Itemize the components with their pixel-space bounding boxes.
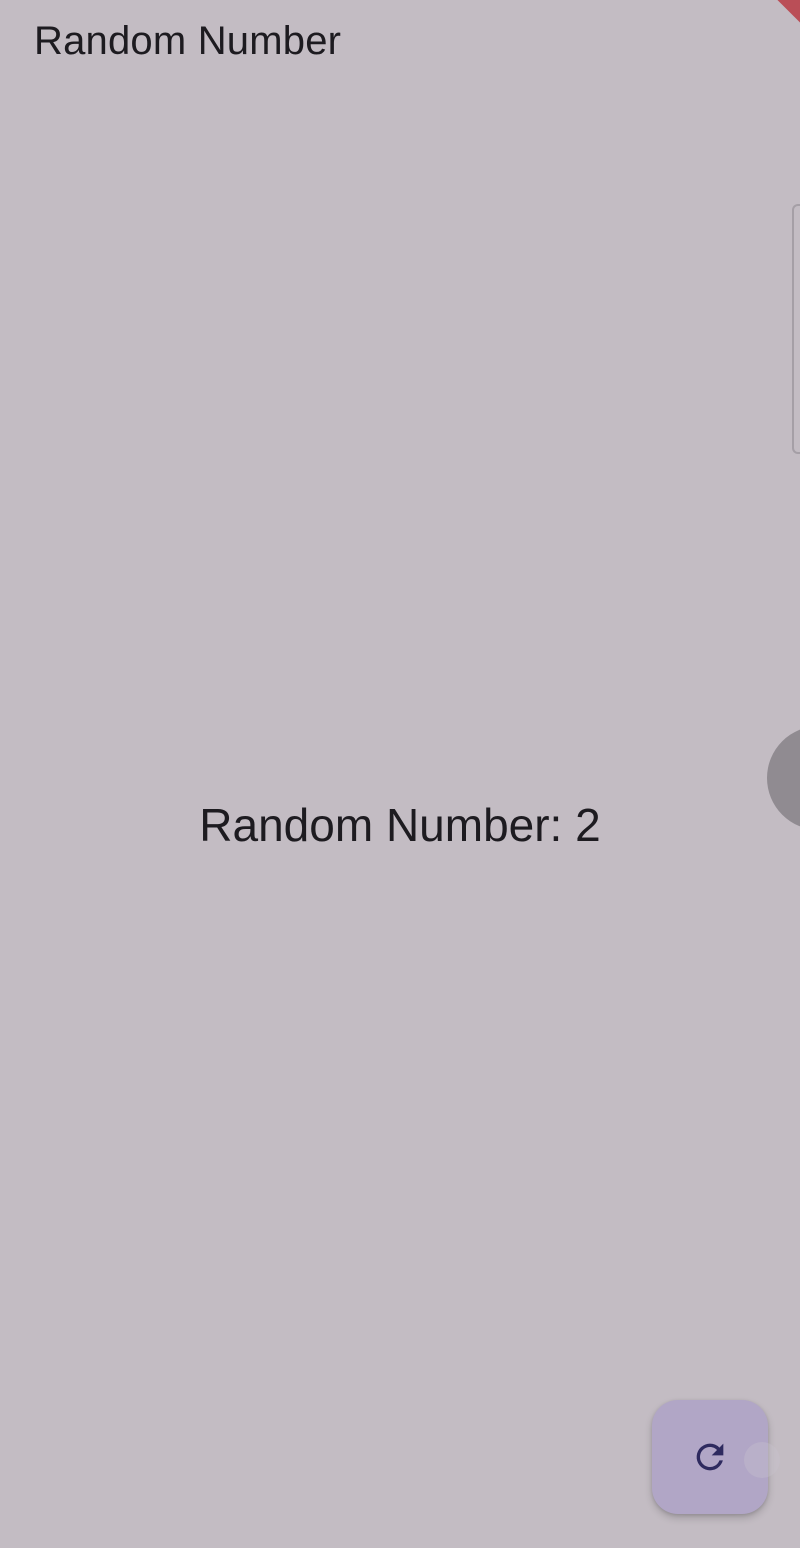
refresh-icon — [696, 1443, 724, 1471]
app-screen: Random Number Random Number: 2 — [0, 0, 800, 1548]
app-bar: Random Number — [0, 0, 800, 84]
random-number-text: Random Number: 2 — [199, 799, 601, 851]
touch-indicator — [744, 1442, 780, 1478]
app-title: Random Number — [34, 19, 342, 63]
edge-panel-handle[interactable] — [792, 204, 800, 454]
